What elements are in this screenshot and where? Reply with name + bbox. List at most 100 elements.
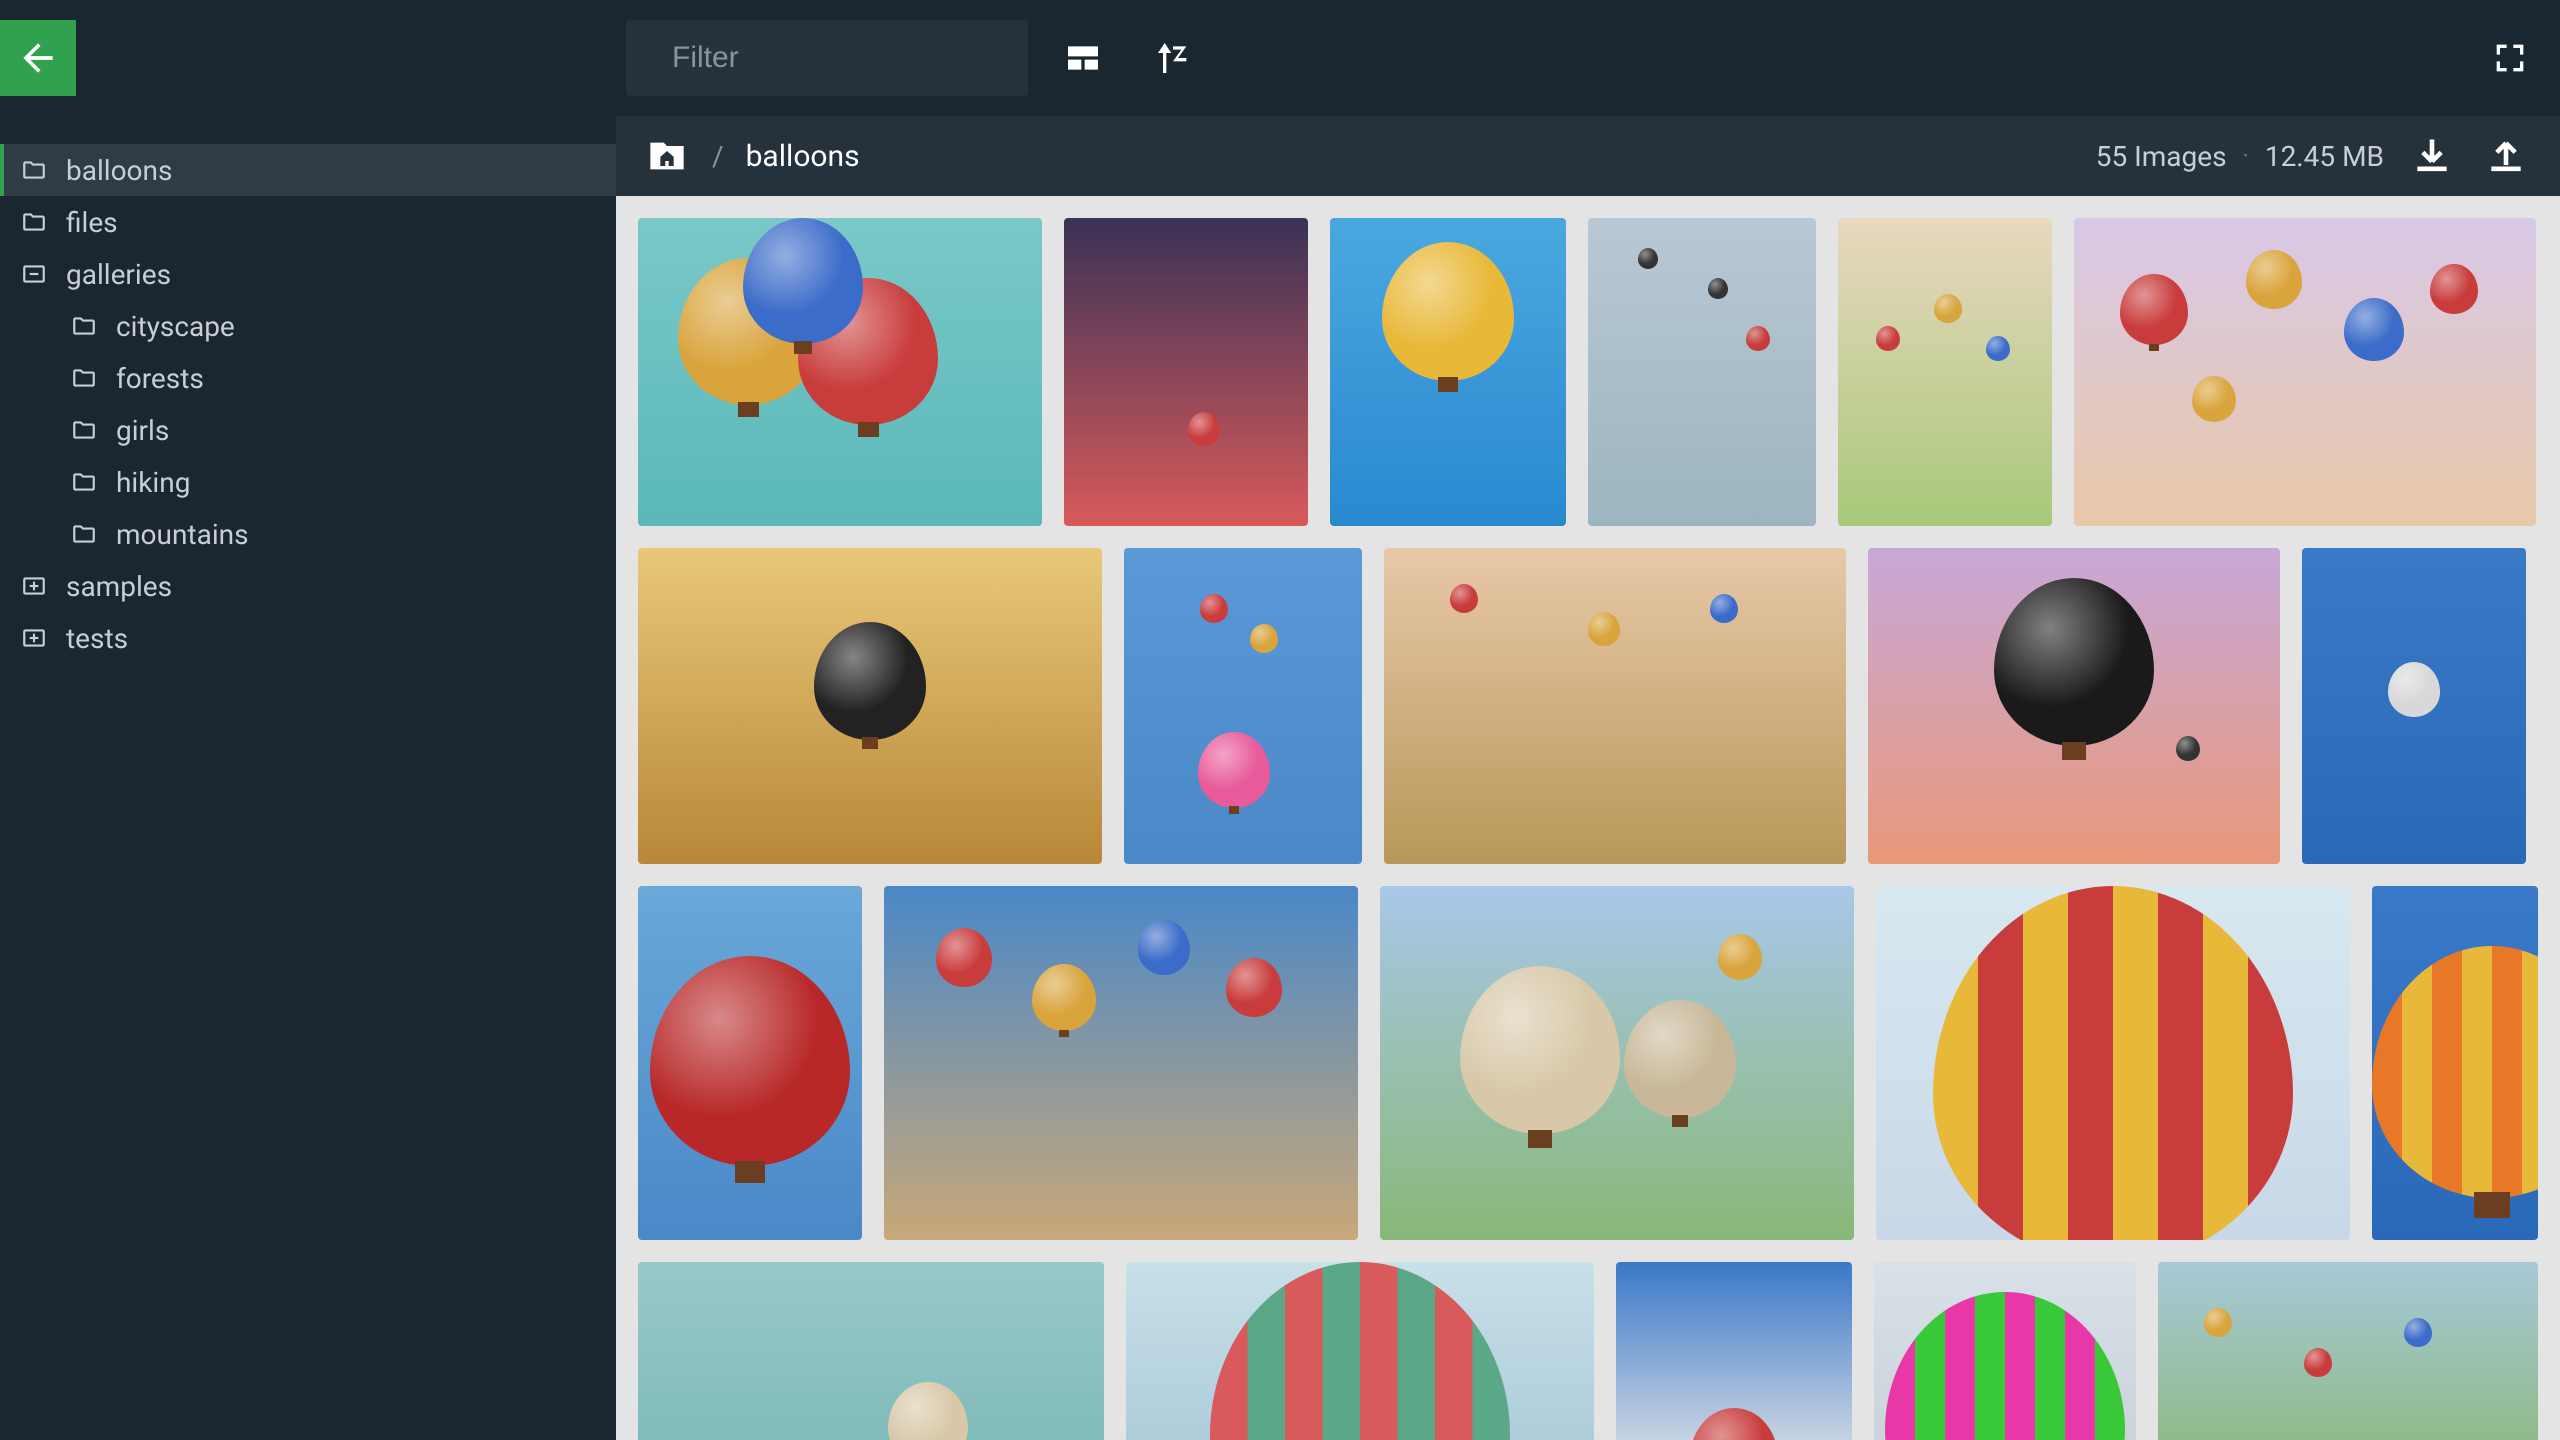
balloon-basket xyxy=(2149,344,2159,351)
sidebar-item-label: cityscape xyxy=(116,310,235,343)
breadcrumb-home[interactable] xyxy=(644,133,690,179)
balloon-basket xyxy=(1672,1115,1689,1127)
download-icon xyxy=(2410,134,2454,178)
balloon-shape xyxy=(2192,376,2236,422)
gallery-thumbnail[interactable] xyxy=(2372,886,2538,1240)
gallery-thumbnail[interactable] xyxy=(1868,548,2280,864)
gallery-thumbnail[interactable] xyxy=(2074,218,2536,526)
gallery-thumbnail[interactable] xyxy=(1616,1262,1852,1440)
balloon-basket xyxy=(1528,1130,1552,1148)
gallery-thumbnail[interactable] xyxy=(1838,218,2052,526)
balloon-shape xyxy=(743,218,863,344)
sidebar-item-label: balloons xyxy=(66,154,172,187)
folder-icon xyxy=(70,312,98,340)
folder-plus-icon xyxy=(20,624,48,652)
layout: balloons files galleries cityscape forests gi… xyxy=(0,116,2560,1440)
sidebar-item-label: mountains xyxy=(116,518,249,551)
thumbnail-background xyxy=(1124,548,1362,864)
upload-icon xyxy=(2484,134,2528,178)
balloon-shape xyxy=(1624,1000,1736,1118)
gallery-thumbnail[interactable] xyxy=(638,218,1042,526)
gallery-thumbnail[interactable] xyxy=(1588,218,1816,526)
gallery-thumbnail[interactable] xyxy=(1330,218,1566,526)
thumbnail-background xyxy=(1064,218,1308,526)
sidebar-item-girls[interactable]: girls xyxy=(0,404,616,456)
balloon-shape xyxy=(2344,298,2404,361)
sort-button[interactable] xyxy=(1138,23,1208,93)
balloon-basket xyxy=(1229,806,1240,814)
sidebar-item-label: samples xyxy=(66,570,172,603)
gallery-thumbnail[interactable] xyxy=(1064,218,1308,526)
fullscreen-icon xyxy=(2490,38,2530,78)
sidebar-item-samples[interactable]: samples xyxy=(0,560,616,612)
sidebar-item-label: hiking xyxy=(116,466,190,499)
sidebar-item-mountains[interactable]: mountains xyxy=(0,508,616,560)
sidebar-item-label: galleries xyxy=(66,258,171,291)
balloon-basket xyxy=(2062,742,2086,760)
balloon-basket xyxy=(862,737,879,749)
gallery-thumbnail[interactable] xyxy=(1384,548,1846,864)
balloon-shape xyxy=(1638,248,1658,269)
balloon-shape xyxy=(1876,326,1900,351)
balloon-basket xyxy=(858,422,879,437)
sidebar-item-label: girls xyxy=(116,414,169,447)
sidebar-item-files[interactable]: files xyxy=(0,196,616,248)
gallery-thumbnail[interactable] xyxy=(1876,886,2350,1240)
balloon-basket xyxy=(1438,377,1458,392)
balloon-shape xyxy=(2246,250,2302,309)
image-count: 55 Images xyxy=(2096,140,2227,173)
gallery-thumbnail[interactable] xyxy=(638,886,862,1240)
balloon-basket xyxy=(735,1161,765,1183)
gallery-row xyxy=(638,886,2538,1240)
sidebar-item-balloons[interactable]: balloons xyxy=(0,144,616,196)
thumbnail-background xyxy=(1588,218,1816,526)
balloon-shape xyxy=(1746,326,1770,351)
folder-plus-icon xyxy=(20,572,48,600)
gallery-thumbnail[interactable] xyxy=(2302,548,2526,864)
balloon-shape xyxy=(1226,958,1282,1017)
balloon-shape xyxy=(814,622,926,740)
back-button[interactable] xyxy=(0,20,76,96)
gallery-row xyxy=(638,218,2538,526)
breadcrumb-current: balloons xyxy=(746,139,860,174)
thumbnail-background xyxy=(1838,218,2052,526)
balloon-shape xyxy=(2120,274,2188,345)
balloon-shape xyxy=(2388,662,2440,717)
folder-minus-icon xyxy=(20,260,48,288)
view-mode-button[interactable] xyxy=(1048,23,1118,93)
breadcrumb-separator: / xyxy=(712,140,724,173)
topbar xyxy=(0,0,2560,116)
sidebar: balloons files galleries cityscape forests gi… xyxy=(0,116,616,1440)
gallery-thumbnail[interactable] xyxy=(638,548,1102,864)
stats-separator: · xyxy=(2243,142,2249,170)
filter-search[interactable] xyxy=(626,20,1028,96)
download-button[interactable] xyxy=(2406,130,2458,182)
sort-az-icon xyxy=(1153,38,1193,78)
sidebar-item-cityscape[interactable]: cityscape xyxy=(0,300,616,352)
balloon-shape xyxy=(1934,294,1962,323)
sidebar-item-galleries[interactable]: galleries xyxy=(0,248,616,300)
gallery-thumbnail[interactable] xyxy=(1380,886,1854,1240)
gallery-thumbnail[interactable] xyxy=(1124,548,1362,864)
gallery-thumbnail[interactable] xyxy=(2158,1262,2538,1440)
balloon-shape xyxy=(1588,612,1620,646)
sidebar-item-forests[interactable]: forests xyxy=(0,352,616,404)
gallery-thumbnail[interactable] xyxy=(1874,1262,2136,1440)
balloon-shape xyxy=(1250,624,1278,653)
gallery-thumbnail[interactable] xyxy=(884,886,1358,1240)
balloon-shape xyxy=(1708,278,1728,299)
thumbnail-background xyxy=(2074,218,2536,526)
balloon-basket xyxy=(738,402,759,417)
arrow-left-icon xyxy=(16,36,60,80)
thumbnail-background xyxy=(638,1262,1104,1440)
filter-input[interactable] xyxy=(672,41,1058,75)
fullscreen-button[interactable] xyxy=(2480,28,2540,88)
sidebar-item-label: forests xyxy=(116,362,204,395)
upload-button[interactable] xyxy=(2480,130,2532,182)
sidebar-item-hiking[interactable]: hiking xyxy=(0,456,616,508)
sidebar-item-label: files xyxy=(66,206,118,239)
balloon-shape xyxy=(1032,964,1096,1031)
sidebar-item-tests[interactable]: tests xyxy=(0,612,616,664)
gallery-thumbnail[interactable] xyxy=(1126,1262,1594,1440)
gallery-thumbnail[interactable] xyxy=(638,1262,1104,1440)
